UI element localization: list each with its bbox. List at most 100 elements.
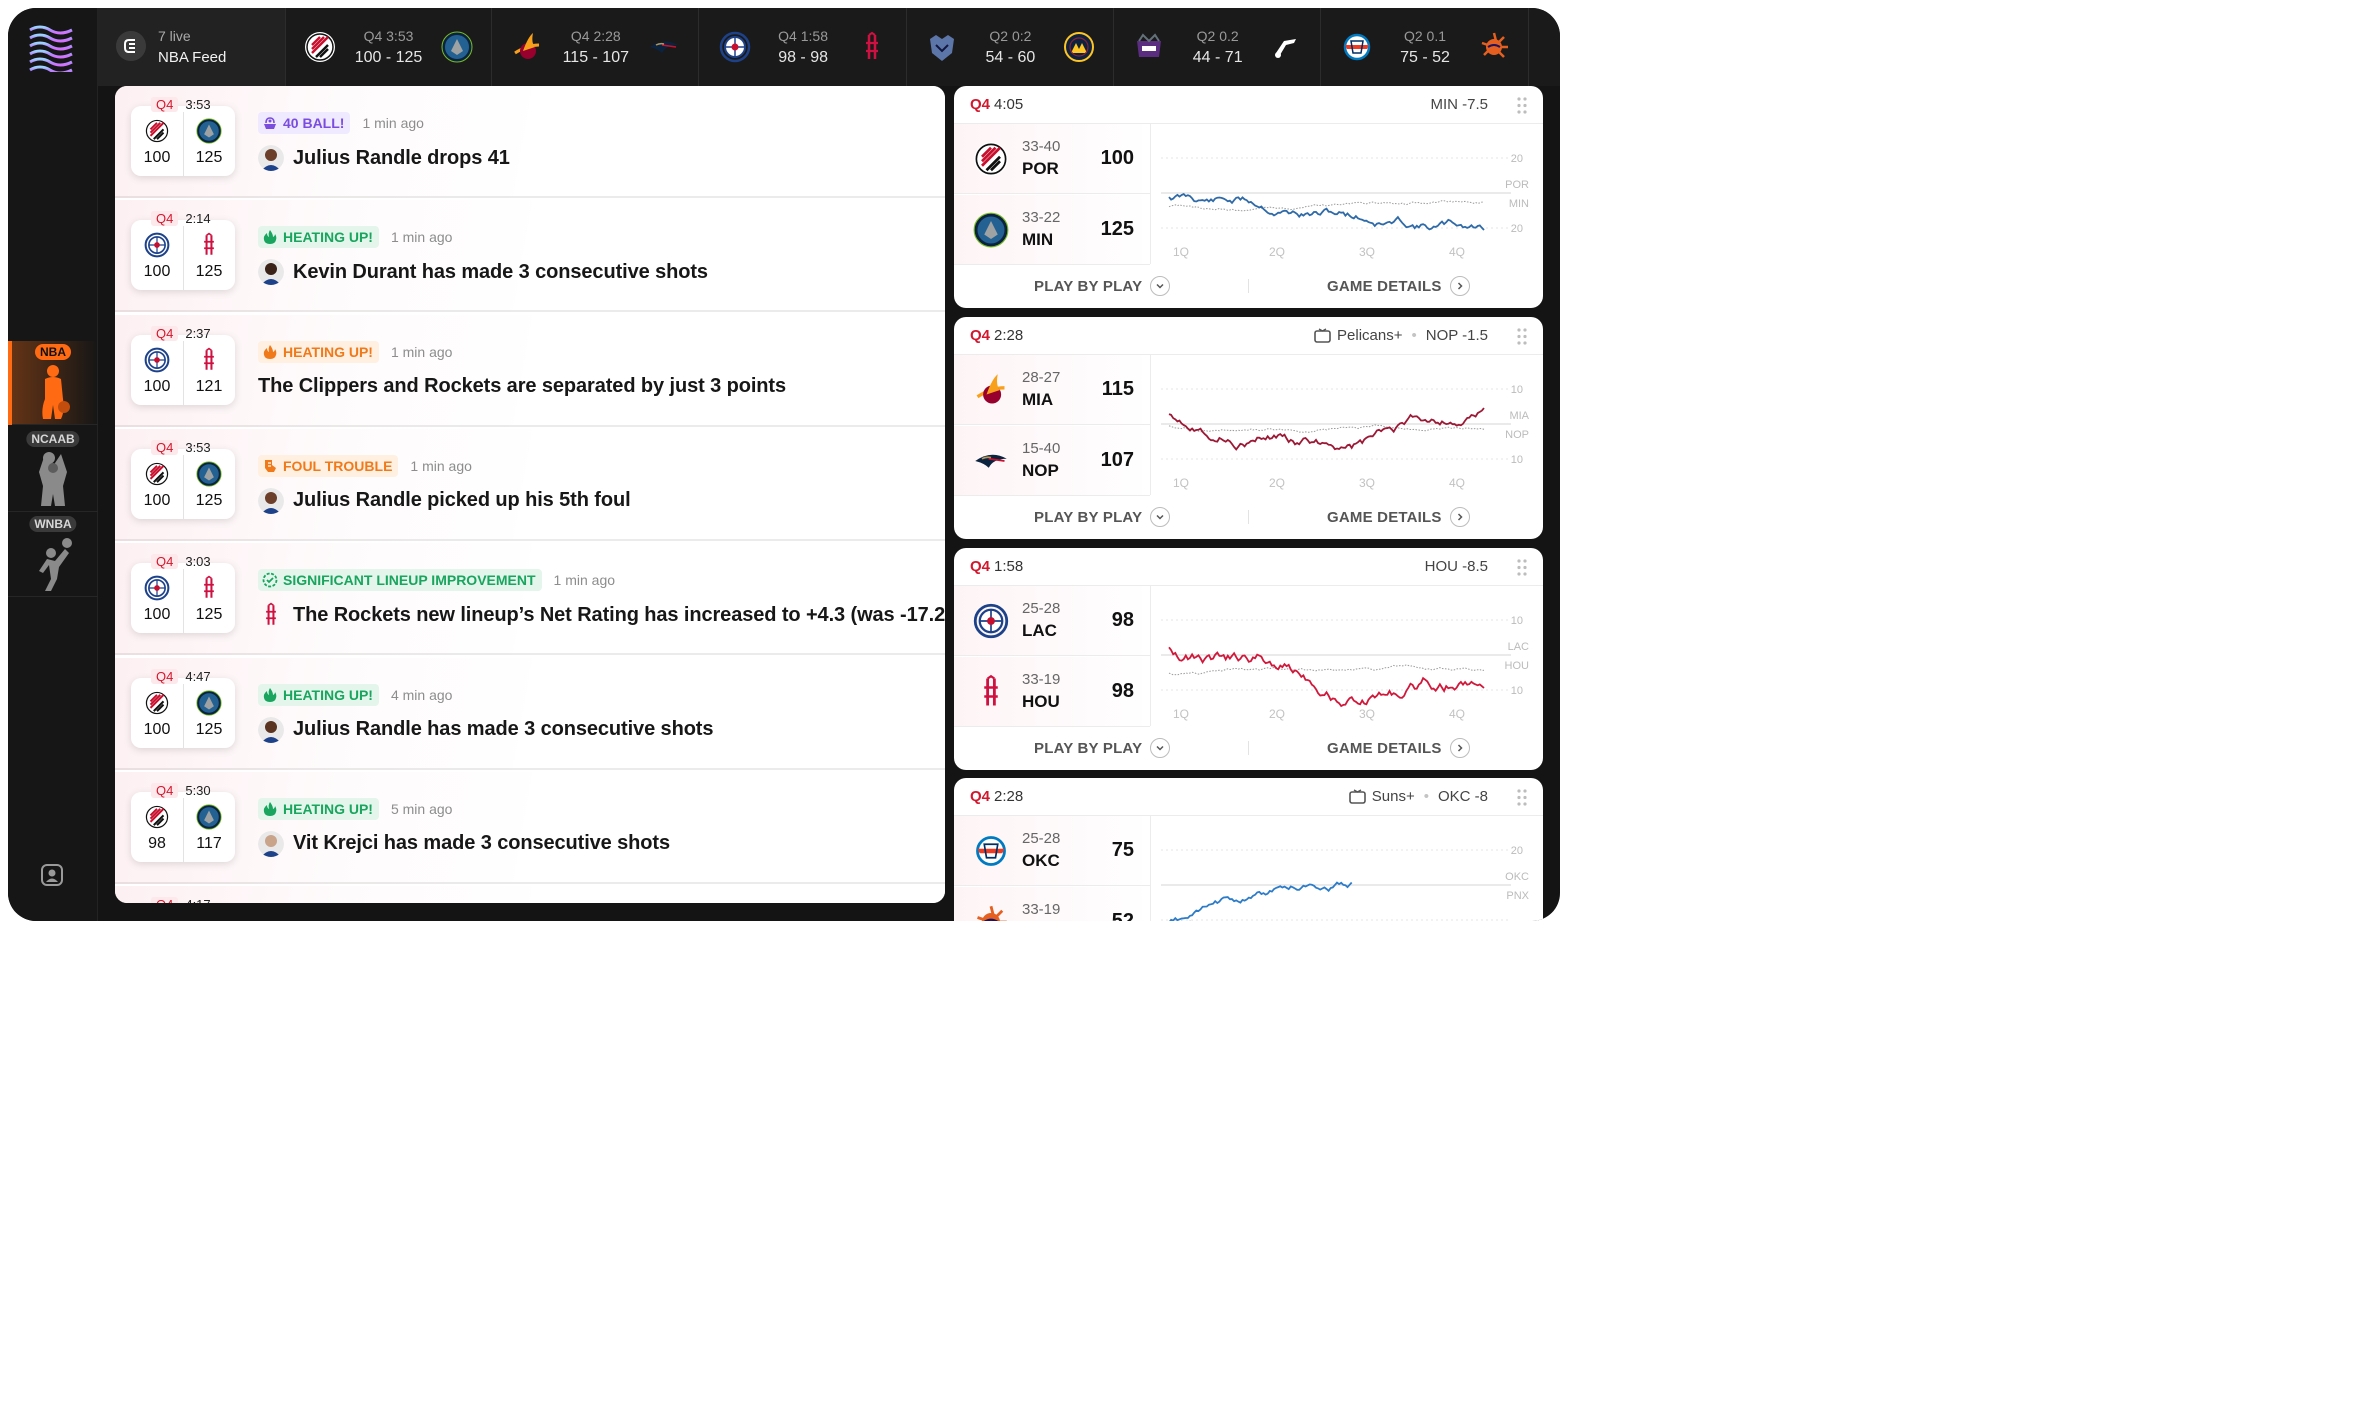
team-score: 98 <box>1111 680 1134 702</box>
feed-item[interactable]: Q4 4:47 100 125 HEATING UP! 4 min ago Jul… <box>115 657 945 770</box>
sport-ncaab[interactable]: NCAAB <box>8 428 98 512</box>
chart-label-team2: MIN <box>1509 198 1529 210</box>
quarter-label: 4Q <box>1449 476 1465 490</box>
clippers-logo-icon <box>973 603 1009 639</box>
team-record: 33-19 <box>1022 901 1061 918</box>
item-meta: FOUL TROUBLE 1 min ago <box>258 454 472 477</box>
live-game-chip[interactable]: Q4 1:58 98 - 98 <box>701 8 907 86</box>
live-count: 7 live <box>158 28 191 44</box>
game-score-card[interactable]: Q4 2:37 100 121 <box>131 325 235 405</box>
game-card[interactable]: Q4 2:28 Pelicans+ • NOP -1.5 28-27 MIA 115 … <box>954 317 1543 539</box>
drag-handle-icon[interactable] <box>1517 97 1527 114</box>
badge-icon <box>262 115 283 131</box>
live-game-chip[interactable]: Q2 0:2 54 - 60 <box>908 8 1114 86</box>
play-by-play-button[interactable]: PLAY BY PLAY <box>1034 738 1171 758</box>
feed-item[interactable]: Q4 2:37 100 121 HEATING UP! 1 min ago The… <box>115 314 945 427</box>
timberwolves-logo-icon <box>196 118 222 144</box>
live-game-chip[interactable]: Q2 0.2 44 - 71 <box>1115 8 1322 86</box>
clock: 2:14 <box>185 211 211 227</box>
game-details-button[interactable]: GAME DETAILS <box>1327 276 1470 296</box>
team-row: 33-19 52 <box>954 887 1150 921</box>
feed-item[interactable]: Q4 3:03 100 125 SIGNIFICANT LINEUP IMPROV… <box>115 543 945 656</box>
game-flow-chart[interactable]: 10 MIA NOP 10 1Q 2Q 3Q 4Q <box>1150 355 1543 495</box>
quarter-label: 2Q <box>1269 707 1285 721</box>
quarter-label: 3Q <box>1359 245 1375 259</box>
item-headline: Julius Randle picked up his 5th foul <box>258 487 631 515</box>
play-by-play-button[interactable]: PLAY BY PLAY <box>1034 507 1171 527</box>
quarter: Q4 <box>970 558 991 575</box>
game-card-footer: PLAY BY PLAY GAME DETAILS <box>954 495 1543 539</box>
feed-item[interactable]: Q4 5:30 98 117 HEATING UP! 5 min ago Vit … <box>115 771 945 884</box>
game-flow-chart[interactable]: 20 OKC PNX 1Q2Q3Q4Q <box>1150 816 1543 921</box>
time-ago: 4 min ago <box>390 686 453 703</box>
live-game-chip[interactable]: Q2 0.1 75 - 52 <box>1323 8 1529 86</box>
game-flow-chart[interactable]: 20 POR MIN 20 1Q 2Q 3Q 4Q <box>1150 124 1543 264</box>
app-window: NBA NCAAB WNBA 7 live NBA Feed Q4 3:53 1… <box>8 8 1560 921</box>
headline-text: Kevin Durant has made 3 consecutive shot… <box>293 260 708 283</box>
feed-item[interactable]: Q4 3:53 100 125 40 BALL! 1 min ago Julius… <box>115 86 945 198</box>
chevron-down-icon <box>1150 276 1171 296</box>
game-details-button[interactable]: GAME DETAILS <box>1327 507 1470 527</box>
sport-nba[interactable]: NBA <box>8 341 98 425</box>
feed-item[interactable]: Q4 3:53 100 125 FOUL TROUBLE 1 min ago Ju… <box>115 428 945 541</box>
game-card[interactable]: Q4 1:58 HOU -8.5 25-28 LAC 98 33-19 HOU 9… <box>954 548 1543 770</box>
badge-label: HEATING UP! <box>283 686 373 703</box>
live-games-bar: 7 live NBA Feed Q4 3:53 100 - 125 Q4 2:2… <box>98 8 1560 86</box>
headline-text: Vit Krejci has made 3 consecutive shots <box>293 832 670 855</box>
chevron-down-icon <box>1150 738 1171 758</box>
game-card[interactable]: Q4 2:28 Suns+ • OKC -8 25-28 OKC 75 33-19 5… <box>954 778 1543 921</box>
chart-label-bottom: 10 <box>1511 685 1523 697</box>
badge-label: 40 BALL! <box>283 115 345 131</box>
tv-icon <box>1314 328 1331 343</box>
away-score: 100 <box>143 263 171 281</box>
drag-handle-icon[interactable] <box>1517 559 1527 576</box>
game-card[interactable]: Q4 4:05 MIN -7.5 33-40 POR 100 33-22 MIN … <box>954 86 1543 308</box>
game-card-footer: PLAY BY PLAY GAME DETAILS <box>954 726 1543 770</box>
headline-text: Julius Randle has made 3 consecutive sho… <box>293 718 714 740</box>
quarter: Q4 <box>151 211 179 227</box>
game-details-button[interactable]: GAME DETAILS <box>1327 738 1470 758</box>
app-logo[interactable] <box>28 22 74 72</box>
live-game-chip[interactable]: Q4 3:53 100 - 125 <box>286 8 492 86</box>
game-flow-chart[interactable]: 10 LAC HOU 10 1Q 2Q 3Q 4Q <box>1150 586 1543 726</box>
suns-logo-icon <box>973 904 1009 921</box>
headline-text: The Clippers and Rockets are separated b… <box>258 375 786 398</box>
pelicans-logo-icon <box>648 31 680 63</box>
heat-logo-icon <box>973 372 1009 408</box>
feed-item[interactable]: Q4 2:14 100 125 HEATING UP! 1 min ago Kev… <box>115 200 945 313</box>
quarter-label: 4Q <box>1449 245 1465 259</box>
game-score-card[interactable]: Q4 3:53 100 125 <box>131 97 235 176</box>
chart-label-team2: NOP <box>1505 429 1529 441</box>
time-ago: 5 min ago <box>390 800 453 817</box>
game-score-card[interactable]: Q4 3:53 100 125 <box>131 439 235 519</box>
game-score-card[interactable]: Q4 5:30 98 117 <box>131 782 235 862</box>
nba-feed-chip[interactable]: 7 live NBA Feed <box>98 8 286 86</box>
quarter: Q4 <box>151 782 179 798</box>
profile-icon[interactable] <box>40 863 64 887</box>
live-game-chip[interactable]: Q4 2:28 115 - 107 <box>493 8 700 86</box>
play-by-play-label: PLAY BY PLAY <box>1034 739 1143 757</box>
divider <box>1248 741 1249 755</box>
play-by-play-button[interactable]: PLAY BY PLAY <box>1034 276 1171 296</box>
drag-handle-icon[interactable] <box>1517 789 1527 806</box>
event-badge: HEATING UP! <box>258 797 379 820</box>
game-score-card[interactable]: Q4 4:47 100 125 <box>131 668 235 748</box>
game-score-card[interactable]: Q4 3:03 100 125 <box>131 554 235 634</box>
sport-label: NBA <box>35 344 71 360</box>
thunder-logo-icon <box>973 833 1009 869</box>
jazz-logo-icon <box>1270 31 1302 63</box>
quarter-label: 2Q <box>1269 245 1285 259</box>
sport-wnba[interactable]: WNBA <box>8 513 98 597</box>
feed-item[interactable]: Q4 4:17 <box>115 886 945 903</box>
badge-label: HEATING UP! <box>283 229 373 246</box>
game-score-card[interactable]: Q4 2:14 100 125 <box>131 211 235 291</box>
item-headline: Kevin Durant has made 3 consecutive shot… <box>258 258 708 286</box>
feed-icon <box>116 31 146 61</box>
game-clock: Q4 4:05 <box>970 96 1023 113</box>
game-line: Pelicans+ • NOP -1.5 <box>1314 327 1488 344</box>
game-card-header: Q4 1:58 HOU -8.5 <box>954 548 1543 586</box>
event-badge: HEATING UP! <box>258 340 379 363</box>
badge-icon <box>262 572 283 588</box>
drag-handle-icon[interactable] <box>1517 328 1527 345</box>
player-avatar <box>258 259 284 286</box>
